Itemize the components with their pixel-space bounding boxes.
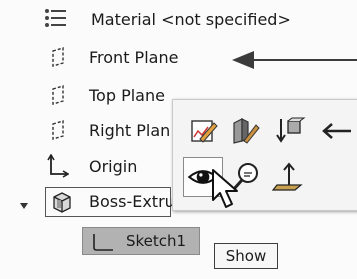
origin-icon	[47, 153, 70, 178]
normal-to-icon[interactable]	[271, 159, 307, 195]
tree-item-origin[interactable]: Origin	[89, 157, 137, 177]
edit-feature-icon[interactable]	[186, 113, 222, 149]
boss-extrude-icon	[50, 190, 74, 214]
pointer-arrow-head	[232, 51, 254, 69]
expand-arrow-icon[interactable]	[19, 196, 29, 209]
sketch1-label: Sketch1	[126, 232, 187, 250]
tree-item-sketch1[interactable]: Sketch1	[82, 227, 200, 255]
front-plane-icon	[51, 47, 65, 67]
mouse-cursor-icon	[211, 168, 241, 210]
sketch-icon	[91, 232, 115, 252]
tree-item-front-plane[interactable]: Front Plane	[89, 48, 178, 68]
edit-sketch-icon[interactable]	[228, 113, 264, 149]
context-toolbar	[172, 99, 357, 211]
rollback-icon[interactable]	[271, 113, 307, 149]
right-plane-icon	[51, 120, 65, 140]
top-plane-icon	[51, 85, 65, 105]
material-icon	[44, 8, 68, 30]
pointer-arrow-line	[252, 59, 357, 61]
tree-item-boss-extrude[interactable]: Boss-Extru	[89, 192, 175, 212]
arrow-left-icon[interactable]	[315, 113, 351, 149]
tree-item-material[interactable]: Material <not specified>	[91, 10, 291, 30]
show-tooltip: Show	[214, 243, 278, 269]
tree-item-top-plane[interactable]: Top Plane	[89, 86, 165, 106]
tree-item-right-plane[interactable]: Right Plan	[89, 121, 170, 141]
